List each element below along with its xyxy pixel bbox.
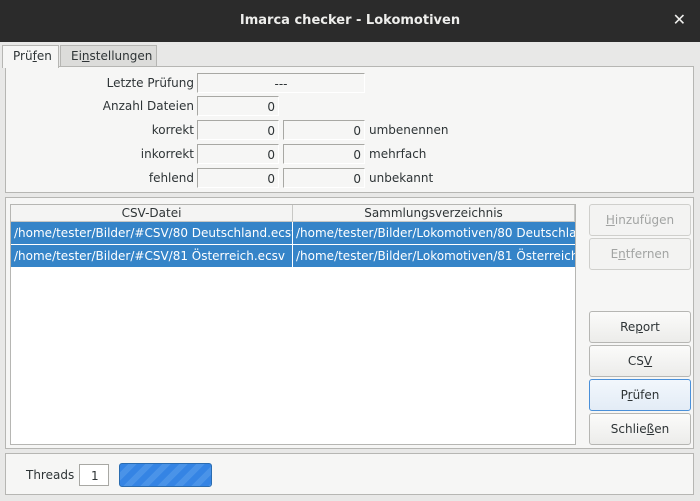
tab-einstellungen-label-pre: Ei [71,49,82,63]
threads-input[interactable]: 1 [79,464,109,486]
missing-label: fehlend [148,171,194,185]
check-button-pre: P [620,388,628,402]
close-button-pre: Schlie [610,422,647,436]
directory-cell: /home/tester/Bilder/Lokomotiven/80 Deuts… [296,226,575,240]
column-header-directory[interactable]: Sammlungsverzeichnis [293,205,575,222]
check-button[interactable]: Prüfen [589,379,691,411]
csv-cell: /home/tester/Bilder/#CSV/80 Deutschland.… [11,222,293,244]
close-icon[interactable]: ✕ [673,10,686,29]
report-button-pre: Re [620,320,636,334]
tab-pruefen[interactable]: Prüfen [2,45,59,68]
table-row[interactable]: /home/tester/Bilder/#CSV/80 Deutschland.… [11,222,575,244]
close-button-post: en [654,422,670,436]
file-count-label: Anzahl Dateien [102,99,194,113]
incorrect-field: 0 [197,144,279,164]
report-button-post: ort [642,320,660,334]
remove-button-post: tfernen [625,247,670,261]
rename-field: 0 [283,120,365,140]
multiple-field: 0 [283,144,365,164]
multiple-label: mehrfach [369,147,427,161]
tab-pruefen-label-pre: Prü [13,49,33,63]
column-header-csv[interactable]: CSV-Datei [11,205,293,222]
csv-button[interactable]: CSV [589,345,691,377]
check-button-post: üfen [632,388,660,402]
report-button-mnemonic: p [635,320,643,334]
last-check-label: Letzte Prüfung [106,76,194,90]
file-count-field: 0 [197,96,279,116]
tab-einstellungen-mnemonic: n [81,49,90,63]
report-button[interactable]: Report [589,311,691,343]
correct-label: korrekt [151,123,194,137]
remove-button-mnemonic: n [618,247,626,261]
progress-bar [119,463,212,487]
last-check-field: --- [197,73,365,93]
tab-pruefen-label-post: en [36,49,52,63]
unknown-field: 0 [283,168,365,188]
add-button[interactable]: Hinzufügen [589,204,691,236]
directory-cell: /home/tester/Bilder/Lokomotiven/81 Öster… [296,249,575,263]
csv-table[interactable]: CSV-Datei Sammlungsverzeichnis /home/tes… [10,204,576,445]
correct-field: 0 [197,120,279,140]
tab-einstellungen-label-post: stellungen [89,49,153,63]
csv-button-pre: CS [627,354,644,368]
rename-label: umbenennen [369,123,449,137]
threads-panel: Threads 1 [5,453,694,495]
title-bar: Imarca checker - Lokomotiven ✕ [0,0,700,42]
remove-button[interactable]: Entfernen [589,238,691,270]
unknown-label: unbekannt [369,171,434,185]
csv-panel: CSV-Datei Sammlungsverzeichnis /home/tes… [5,197,694,449]
threads-label: Threads [26,468,75,482]
tab-einstellungen[interactable]: Einstellungen [60,45,157,67]
csv-cell: /home/tester/Bilder/#CSV/81 Österreich.e… [11,245,293,267]
window-title: Imarca checker - Lokomotiven [239,13,461,28]
incorrect-label: inkorrekt [140,147,194,161]
table-header: CSV-Datei Sammlungsverzeichnis [11,205,575,222]
summary-panel: Letzte Prüfung --- Anzahl Dateien 0 korr… [5,66,694,193]
table-row[interactable]: /home/tester/Bilder/#CSV/81 Österreich.e… [11,245,575,267]
missing-field: 0 [197,168,279,188]
csv-button-mnemonic: V [643,354,653,368]
close-button[interactable]: Schließen [589,413,691,445]
add-button-post: inzufügen [614,213,675,227]
add-button-mnemonic: H [605,213,615,227]
